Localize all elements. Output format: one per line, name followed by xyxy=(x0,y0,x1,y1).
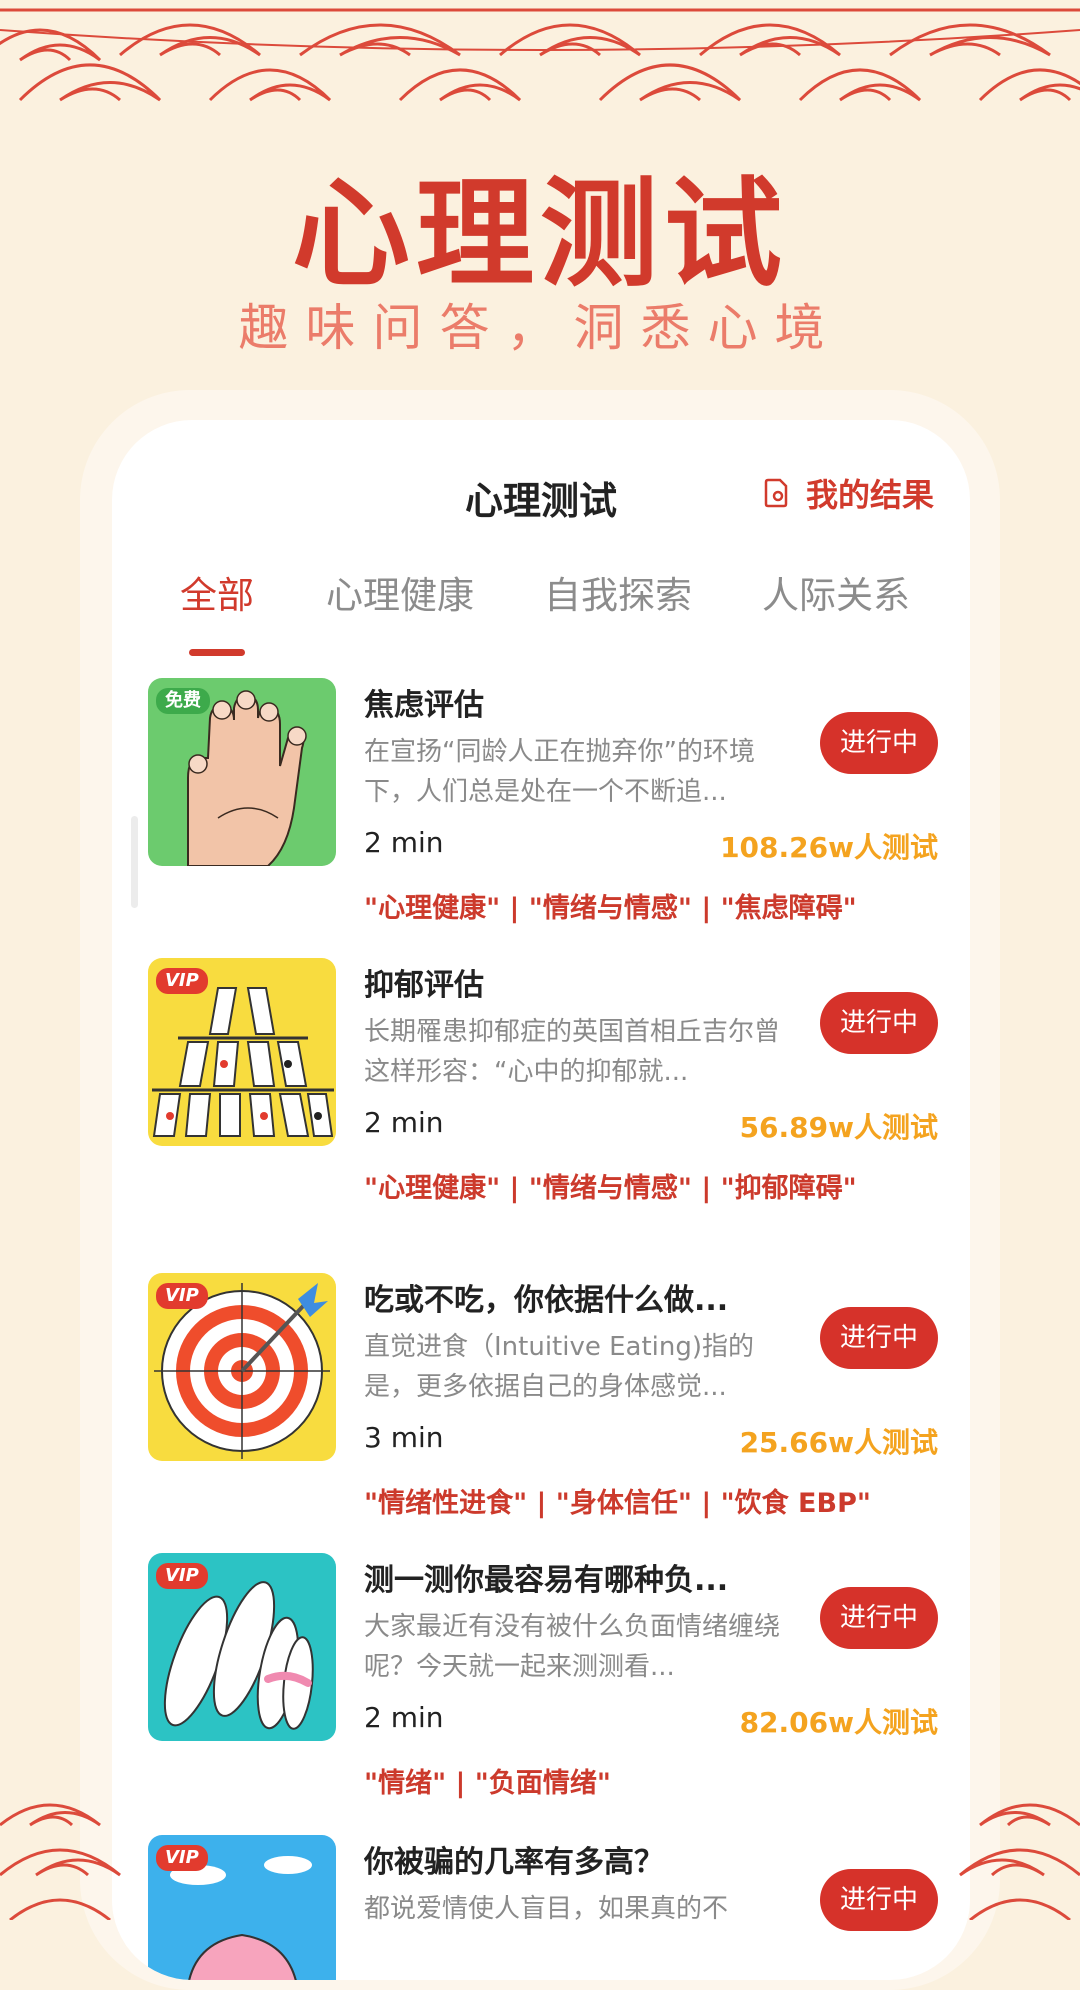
in-progress-button[interactable]: 进行中 xyxy=(820,1869,938,1931)
test-description: 直觉进食（Intuitive Eating)指的是，更多依据自己的身体感觉... xyxy=(364,1332,755,1402)
in-progress-button[interactable]: 进行中 xyxy=(820,1307,938,1369)
cloud-pattern-top xyxy=(0,8,1080,102)
test-title: 你被骗的几率有多高？ xyxy=(364,1845,664,1880)
test-participants: 25.66w人测试 xyxy=(739,1426,938,1459)
tab-indicator xyxy=(189,649,245,656)
test-participants: 108.26w人测试 xyxy=(720,831,938,864)
card-house-icon: VIP xyxy=(148,958,336,1146)
test-duration: 2 min xyxy=(364,826,444,859)
test-duration: 2 min xyxy=(364,1701,444,1734)
test-tags: "心理健康" | "情绪与情感" | "焦虑障碍" xyxy=(364,893,857,924)
hero-title: 心理测试 xyxy=(291,164,788,303)
tab-mental-health[interactable]: 心理健康 xyxy=(326,565,474,619)
test-duration: 2 min xyxy=(364,1106,444,1139)
test-description: 长期罹患抑郁症的英国首相丘吉尔曾这样形容：“心中的抑郁就... xyxy=(364,1017,780,1087)
test-item[interactable]: 免费 焦虑评估 在宣扬“同龄人正在抛弃你”的环境下，人们总是处在一个不断追...… xyxy=(148,678,938,924)
test-tags: "心理健康" | "情绪与情感" | "抑郁障碍" xyxy=(364,1173,857,1204)
cloud-pattern-bottom-left xyxy=(0,1803,121,1920)
in-progress-button[interactable]: 进行中 xyxy=(820,992,938,1054)
cloud-pattern-bottom-right xyxy=(959,1803,1080,1920)
test-item[interactable]: VIP 测一测你最容易有哪种负... 大家最近有没有被什么负面情绪缠绕呢？今天就… xyxy=(148,1553,938,1799)
test-title: 抑郁评估 xyxy=(364,968,484,1003)
in-progress-button[interactable]: 进行中 xyxy=(820,712,938,774)
vip-badge: VIP xyxy=(156,1845,208,1871)
brain-icon: VIP xyxy=(148,1835,336,1980)
vip-badge: VIP xyxy=(156,1283,208,1309)
hand-icon: 免费 xyxy=(148,678,336,866)
tab-relationships[interactable]: 人际关系 xyxy=(762,565,910,619)
scrollbar-thumb[interactable] xyxy=(131,816,138,908)
test-title: 焦虑评估 xyxy=(364,688,484,723)
test-list-card: 心理测试 我的结果 全部 心理健康 自我探索 人际关系 免费 焦虑评估 在宣扬“… xyxy=(112,420,970,1980)
free-badge: 免费 xyxy=(156,688,210,714)
test-item[interactable]: VIP 吃或不吃，你依据什么做... 直觉进食（Intuitive Eating… xyxy=(148,1273,938,1519)
test-title: 测一测你最容易有哪种负... xyxy=(364,1563,729,1598)
test-item[interactable]: VIP 你被骗的几率有多高？ 都说爱情使人盲目，如果真的不 进行中 xyxy=(148,1835,938,1980)
test-participants: 82.06w人测试 xyxy=(739,1706,938,1739)
hero-subtitle: 趣味问答，洞悉心境 xyxy=(238,299,842,357)
vip-badge: VIP xyxy=(156,968,208,994)
tab-all[interactable]: 全部 xyxy=(180,565,254,619)
document-icon xyxy=(764,478,788,508)
test-title: 吃或不吃，你依据什么做... xyxy=(364,1283,729,1318)
my-results-button[interactable]: 我的结果 xyxy=(764,470,934,516)
test-description: 都说爱情使人盲目，如果真的不 xyxy=(364,1894,729,1924)
test-description: 大家最近有没有被什么负面情绪缠绕呢？今天就一起来测测看... xyxy=(364,1612,780,1682)
test-item[interactable]: VIP 抑郁评估 长期罹患抑郁症的英国首相丘吉尔曾这样形容：“心中的抑郁就...… xyxy=(148,958,938,1204)
test-duration: 3 min xyxy=(364,1421,444,1454)
in-progress-button[interactable]: 进行中 xyxy=(820,1587,938,1649)
test-participants: 56.89w人测试 xyxy=(739,1111,938,1144)
test-tags: "情绪" | "负面情绪" xyxy=(364,1768,611,1799)
vip-badge: VIP xyxy=(156,1563,208,1589)
tab-self-exploration[interactable]: 自我探索 xyxy=(544,565,692,619)
test-tags: "情绪性进食" | "身体信任" | "饮食 EBP" xyxy=(364,1488,871,1519)
my-results-label: 我的结果 xyxy=(805,476,934,514)
target-icon: VIP xyxy=(148,1273,336,1461)
test-description: 在宣扬“同龄人正在抛弃你”的环境下，人们总是处在一个不断追... xyxy=(364,737,755,807)
clocks-icon: VIP xyxy=(148,1553,336,1741)
category-tabs: 全部 心理健康 自我探索 人际关系 xyxy=(112,565,970,656)
